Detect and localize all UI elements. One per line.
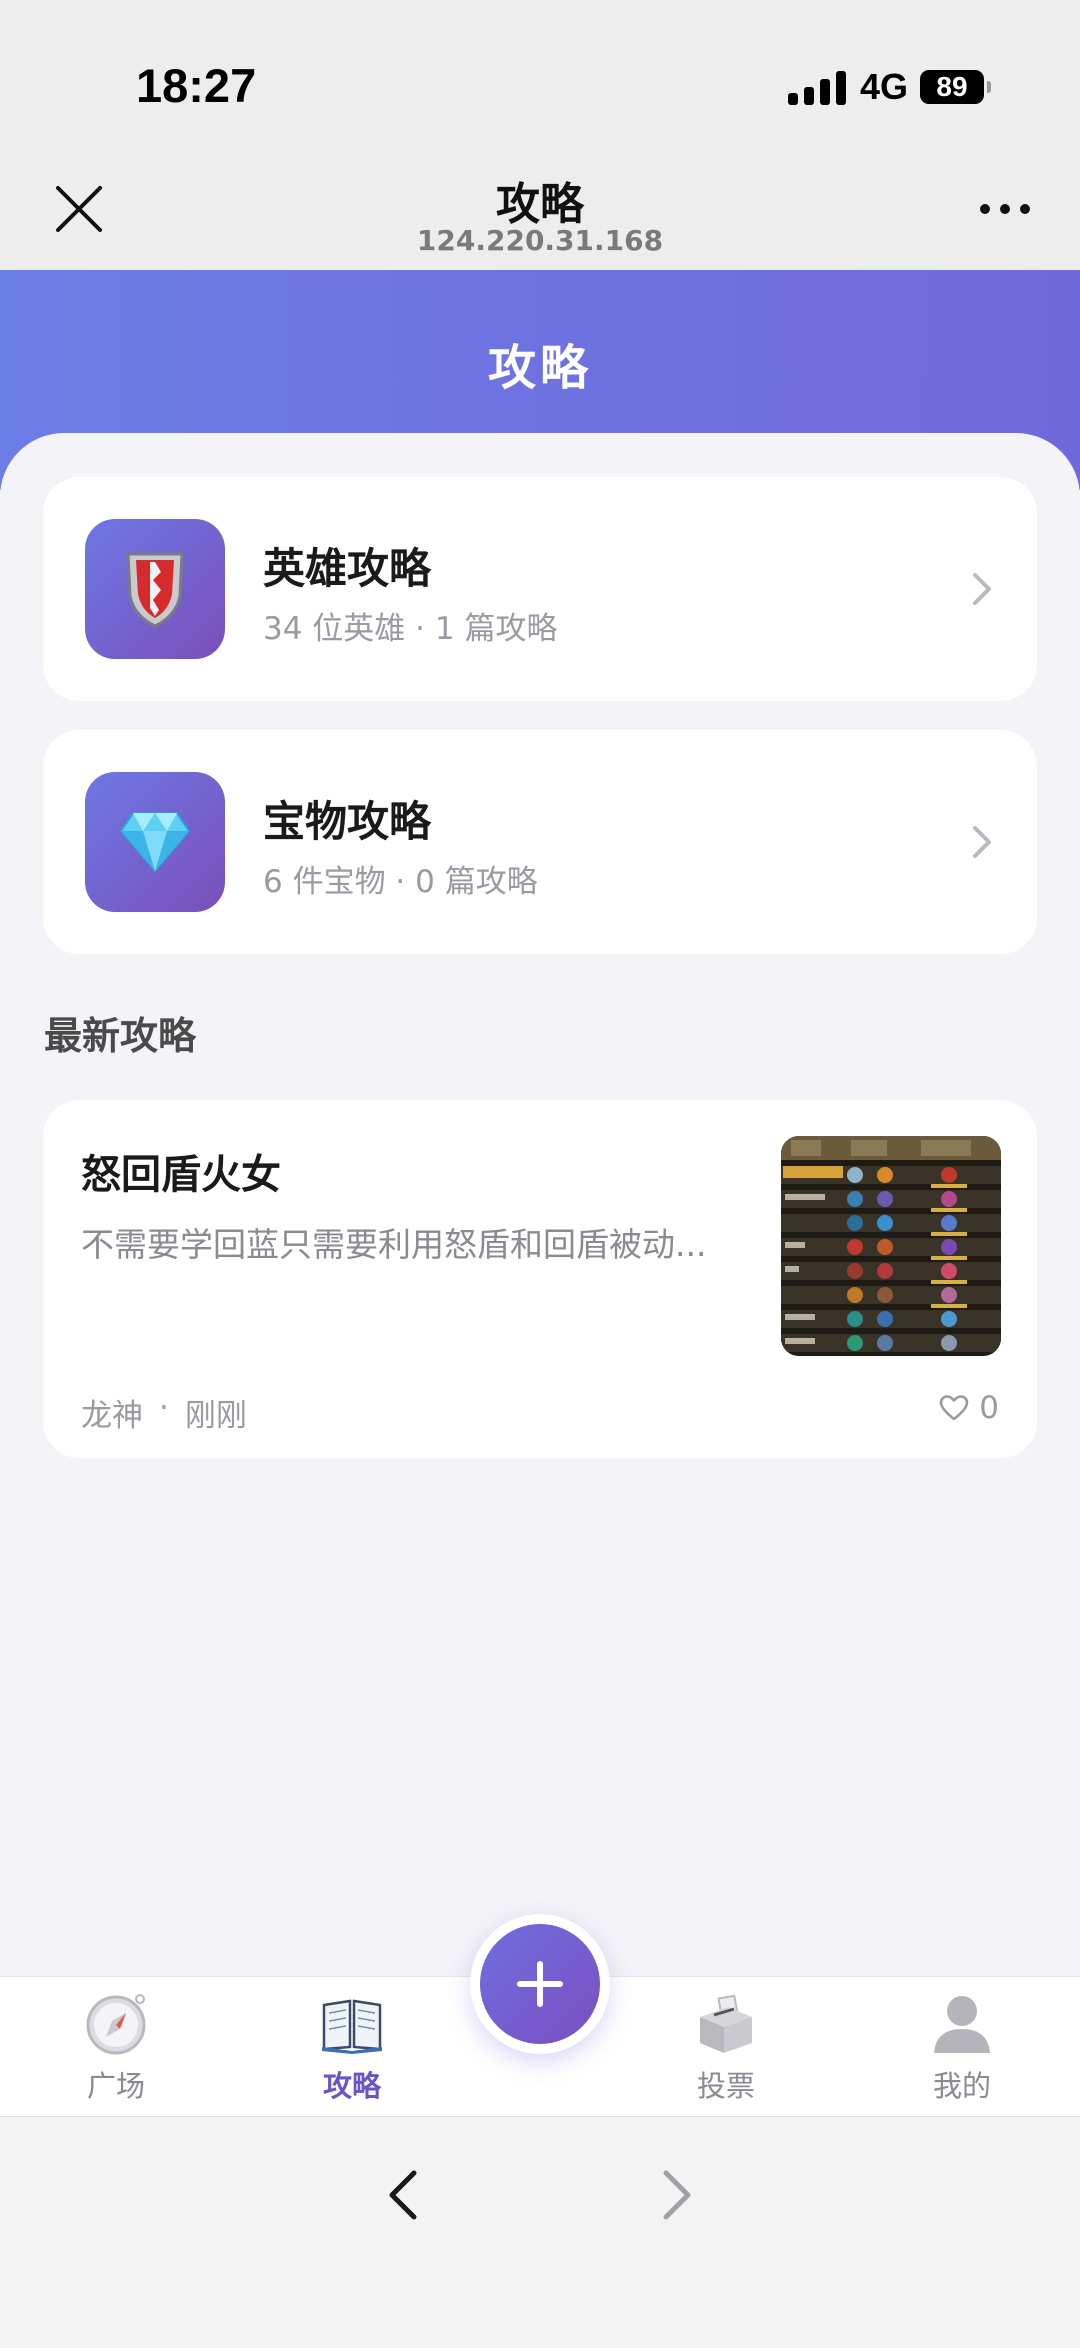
status-indicators: 4G 89: [787, 66, 991, 108]
tab-mine[interactable]: 我的: [882, 1991, 1042, 2105]
book-icon: [322, 1999, 382, 2054]
tab-label: 广场: [86, 2069, 145, 2103]
category-card-treasures[interactable]: 宝物攻略 6 件宝物 · 0 篇攻略: [43, 730, 1037, 954]
tab-label: 投票: [696, 2069, 755, 2103]
like-count: 0: [979, 1390, 999, 1426]
shield-icon: [85, 519, 225, 659]
tab-guides[interactable]: 攻略: [272, 1991, 432, 2105]
nav-title: 攻略: [496, 179, 584, 230]
category-title: 宝物攻略: [263, 797, 432, 846]
chevron-right-icon: [973, 573, 991, 605]
add-post-button[interactable]: [470, 1914, 610, 2054]
page-title: 攻略: [487, 340, 592, 396]
tab-plaza[interactable]: 广场: [36, 1991, 196, 2105]
status-bar: 18:27 4G 89: [0, 0, 1080, 160]
plus-icon: [517, 1961, 563, 2007]
back-icon[interactable]: [380, 2165, 430, 2225]
post-author: 龙神: [81, 1398, 143, 1434]
tab-vote[interactable]: 投票: [646, 1991, 806, 2105]
status-time: 18:27: [136, 59, 257, 112]
post-thumbnail[interactable]: [781, 1136, 1001, 1356]
post-title: 怒回盾火女: [81, 1152, 281, 1198]
chevron-right-icon: [973, 826, 991, 858]
category-subtitle: 6 件宝物 · 0 篇攻略: [263, 864, 538, 900]
ballot-box-icon: [700, 1994, 752, 2053]
nav-bar: 攻略 124.220.31.168: [0, 160, 1080, 270]
signal-icon: [787, 69, 846, 105]
post-time: 刚刚: [184, 1398, 247, 1434]
category-subtitle: 34 位英雄 · 1 篇攻略: [263, 611, 558, 647]
category-card-heroes[interactable]: 英雄攻略 34 位英雄 · 1 篇攻略: [43, 477, 1037, 701]
forward-icon[interactable]: [650, 2165, 700, 2225]
tab-label: 攻略: [322, 2069, 381, 2103]
heart-icon: [939, 1395, 969, 1421]
post-card[interactable]: 怒回盾火女 不需要学回蓝只需要利用怒盾和回盾被动... 龙神 · 刚刚 0: [43, 1100, 1037, 1458]
section-title-latest: 最新攻略: [44, 1014, 197, 1058]
like-button[interactable]: 0: [939, 1390, 999, 1426]
person-icon: [934, 1996, 990, 2053]
battery-icon: 89: [920, 70, 991, 104]
tab-label: 我的: [932, 2069, 991, 2103]
more-icon[interactable]: [980, 204, 1030, 214]
post-meta: 龙神 · 刚刚: [81, 1390, 247, 1435]
browser-toolbar: [0, 2116, 1080, 2348]
network-label: 4G: [859, 66, 908, 107]
nav-subtitle: 124.220.31.168: [416, 224, 664, 257]
category-title: 英雄攻略: [263, 544, 432, 593]
post-excerpt: 不需要学回蓝只需要利用怒盾和回盾被动...: [81, 1225, 707, 1264]
compass-icon: [86, 1994, 146, 2055]
diamond-icon: [85, 772, 225, 912]
meta-separator: ·: [159, 1390, 169, 1426]
